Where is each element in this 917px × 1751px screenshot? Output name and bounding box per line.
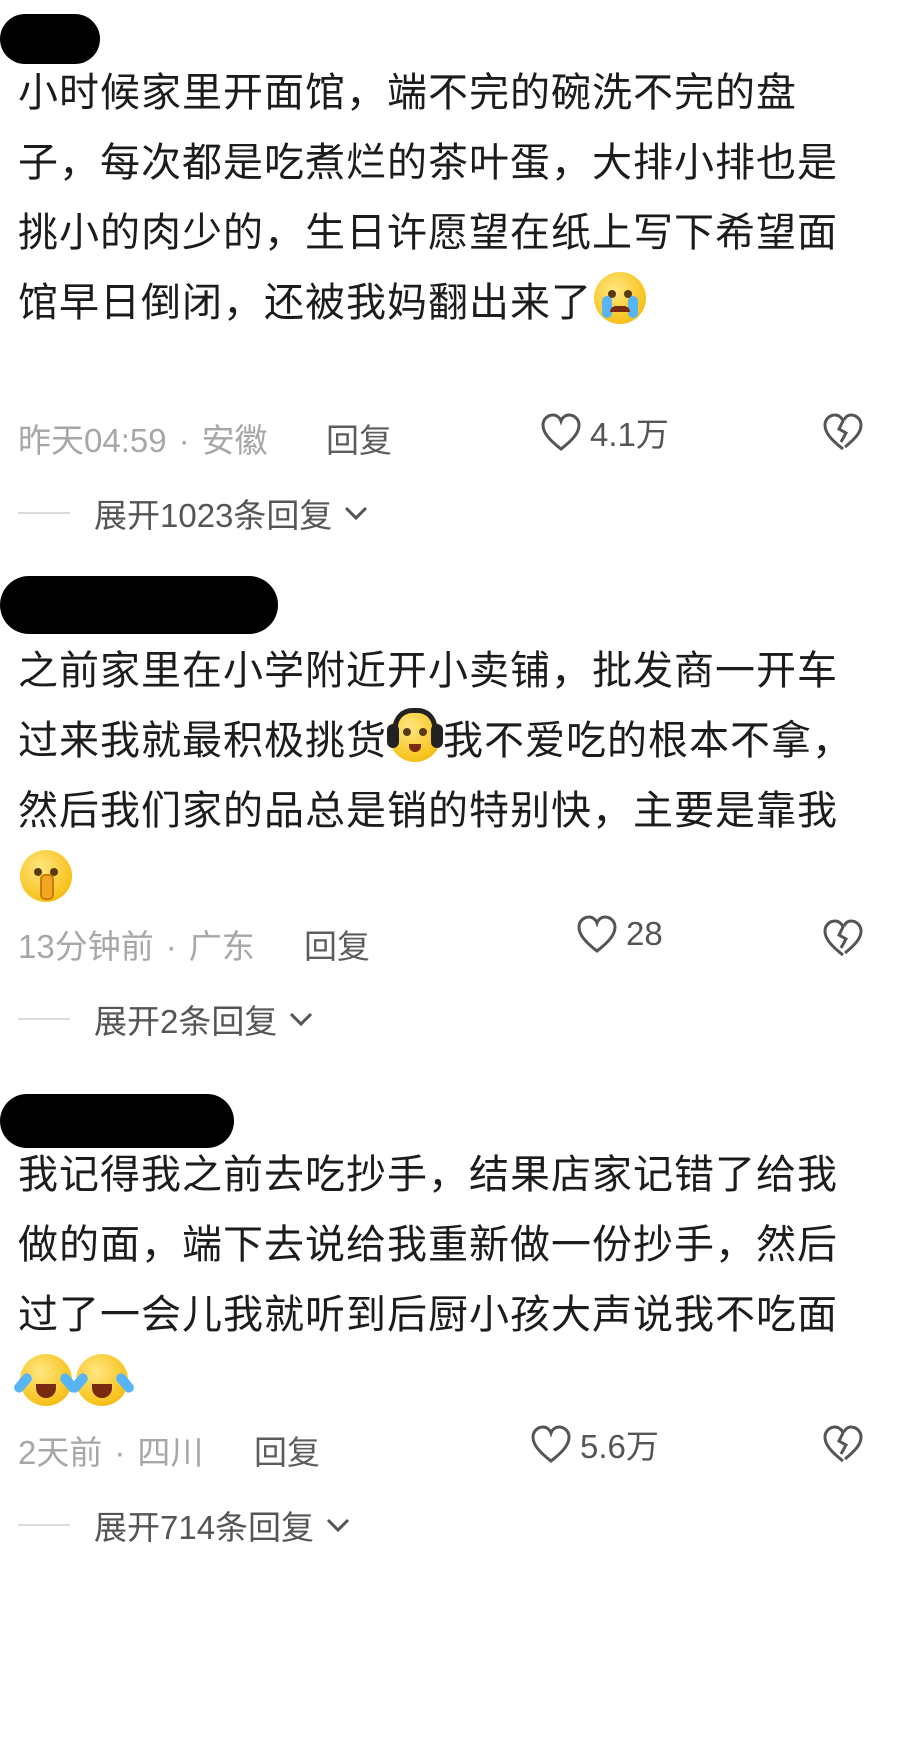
like-button[interactable]: 28 [576, 914, 663, 954]
chevron-down-icon [327, 1518, 350, 1533]
like-count: 28 [626, 915, 663, 952]
broken-heart-icon [823, 413, 863, 451]
like-button[interactable]: 4.1万 [540, 408, 669, 456]
like-count: 4.1万 [590, 416, 669, 453]
location: 安徽 [201, 422, 268, 459]
heart-icon [541, 413, 581, 451]
tears-of-joy-face-icon [68, 1354, 136, 1406]
loudly-crying-face-icon [594, 272, 646, 324]
reply-button[interactable]: 回复 [254, 1426, 320, 1474]
dislike-button[interactable] [822, 918, 864, 966]
chevron-down-icon [290, 1012, 313, 1027]
shushing-face-icon [20, 850, 72, 902]
location: 四川 [137, 1434, 204, 1471]
chevron-down-icon [345, 506, 368, 521]
comment-meta: 13分钟前 · 广东 回复 28 [18, 914, 898, 966]
expand-replies[interactable]: 展开714条回复 [18, 1500, 352, 1550]
heart-icon [531, 1425, 571, 1463]
redacted-username [0, 576, 278, 634]
comment-meta: 昨天04:59 · 安徽 回复 4.1万 [18, 408, 898, 460]
comment-text: 小时候家里开面馆，端不完的碗洗不完的盘子，每次都是吃煮烂的茶叶蛋，大排小排也是挑… [18, 70, 838, 326]
timestamp: 2天前 [18, 1434, 103, 1471]
comment-text: 我记得我之前去吃抄手，结果店家记错了给我做的面，端下去说给我重新做一份抄手，然后… [12, 1140, 858, 1420]
broken-heart-icon [823, 1425, 863, 1463]
dislike-button[interactable] [822, 1424, 864, 1472]
comment-text: 之前家里在小学附近开小卖铺，批发商一开车过来我就最积极挑货 我不爱吃的根本不拿，然… [18, 636, 858, 916]
location: 广东 [188, 928, 255, 965]
timestamp: 昨天04:59 [18, 422, 167, 459]
dislike-button[interactable] [822, 412, 864, 460]
divider [18, 1524, 70, 1526]
tears-of-joy-face-icon [12, 1354, 80, 1406]
expand-replies[interactable]: 展开2条回复 [18, 994, 315, 1044]
timestamp: 13分钟前 [18, 928, 154, 965]
headphones-face-icon [387, 708, 443, 762]
like-count: 5.6万 [580, 1428, 659, 1465]
divider [18, 512, 70, 514]
heart-icon [577, 915, 617, 953]
like-button[interactable]: 5.6万 [530, 1420, 659, 1468]
broken-heart-icon [823, 919, 863, 957]
divider [18, 1018, 70, 1020]
reply-button[interactable]: 回复 [326, 414, 392, 462]
comment-meta: 2天前 · 四川 回复 5.6万 [18, 1420, 898, 1472]
redacted-username [0, 14, 100, 64]
expand-replies[interactable]: 展开1023条回复 [18, 488, 370, 538]
reply-button[interactable]: 回复 [304, 920, 370, 968]
